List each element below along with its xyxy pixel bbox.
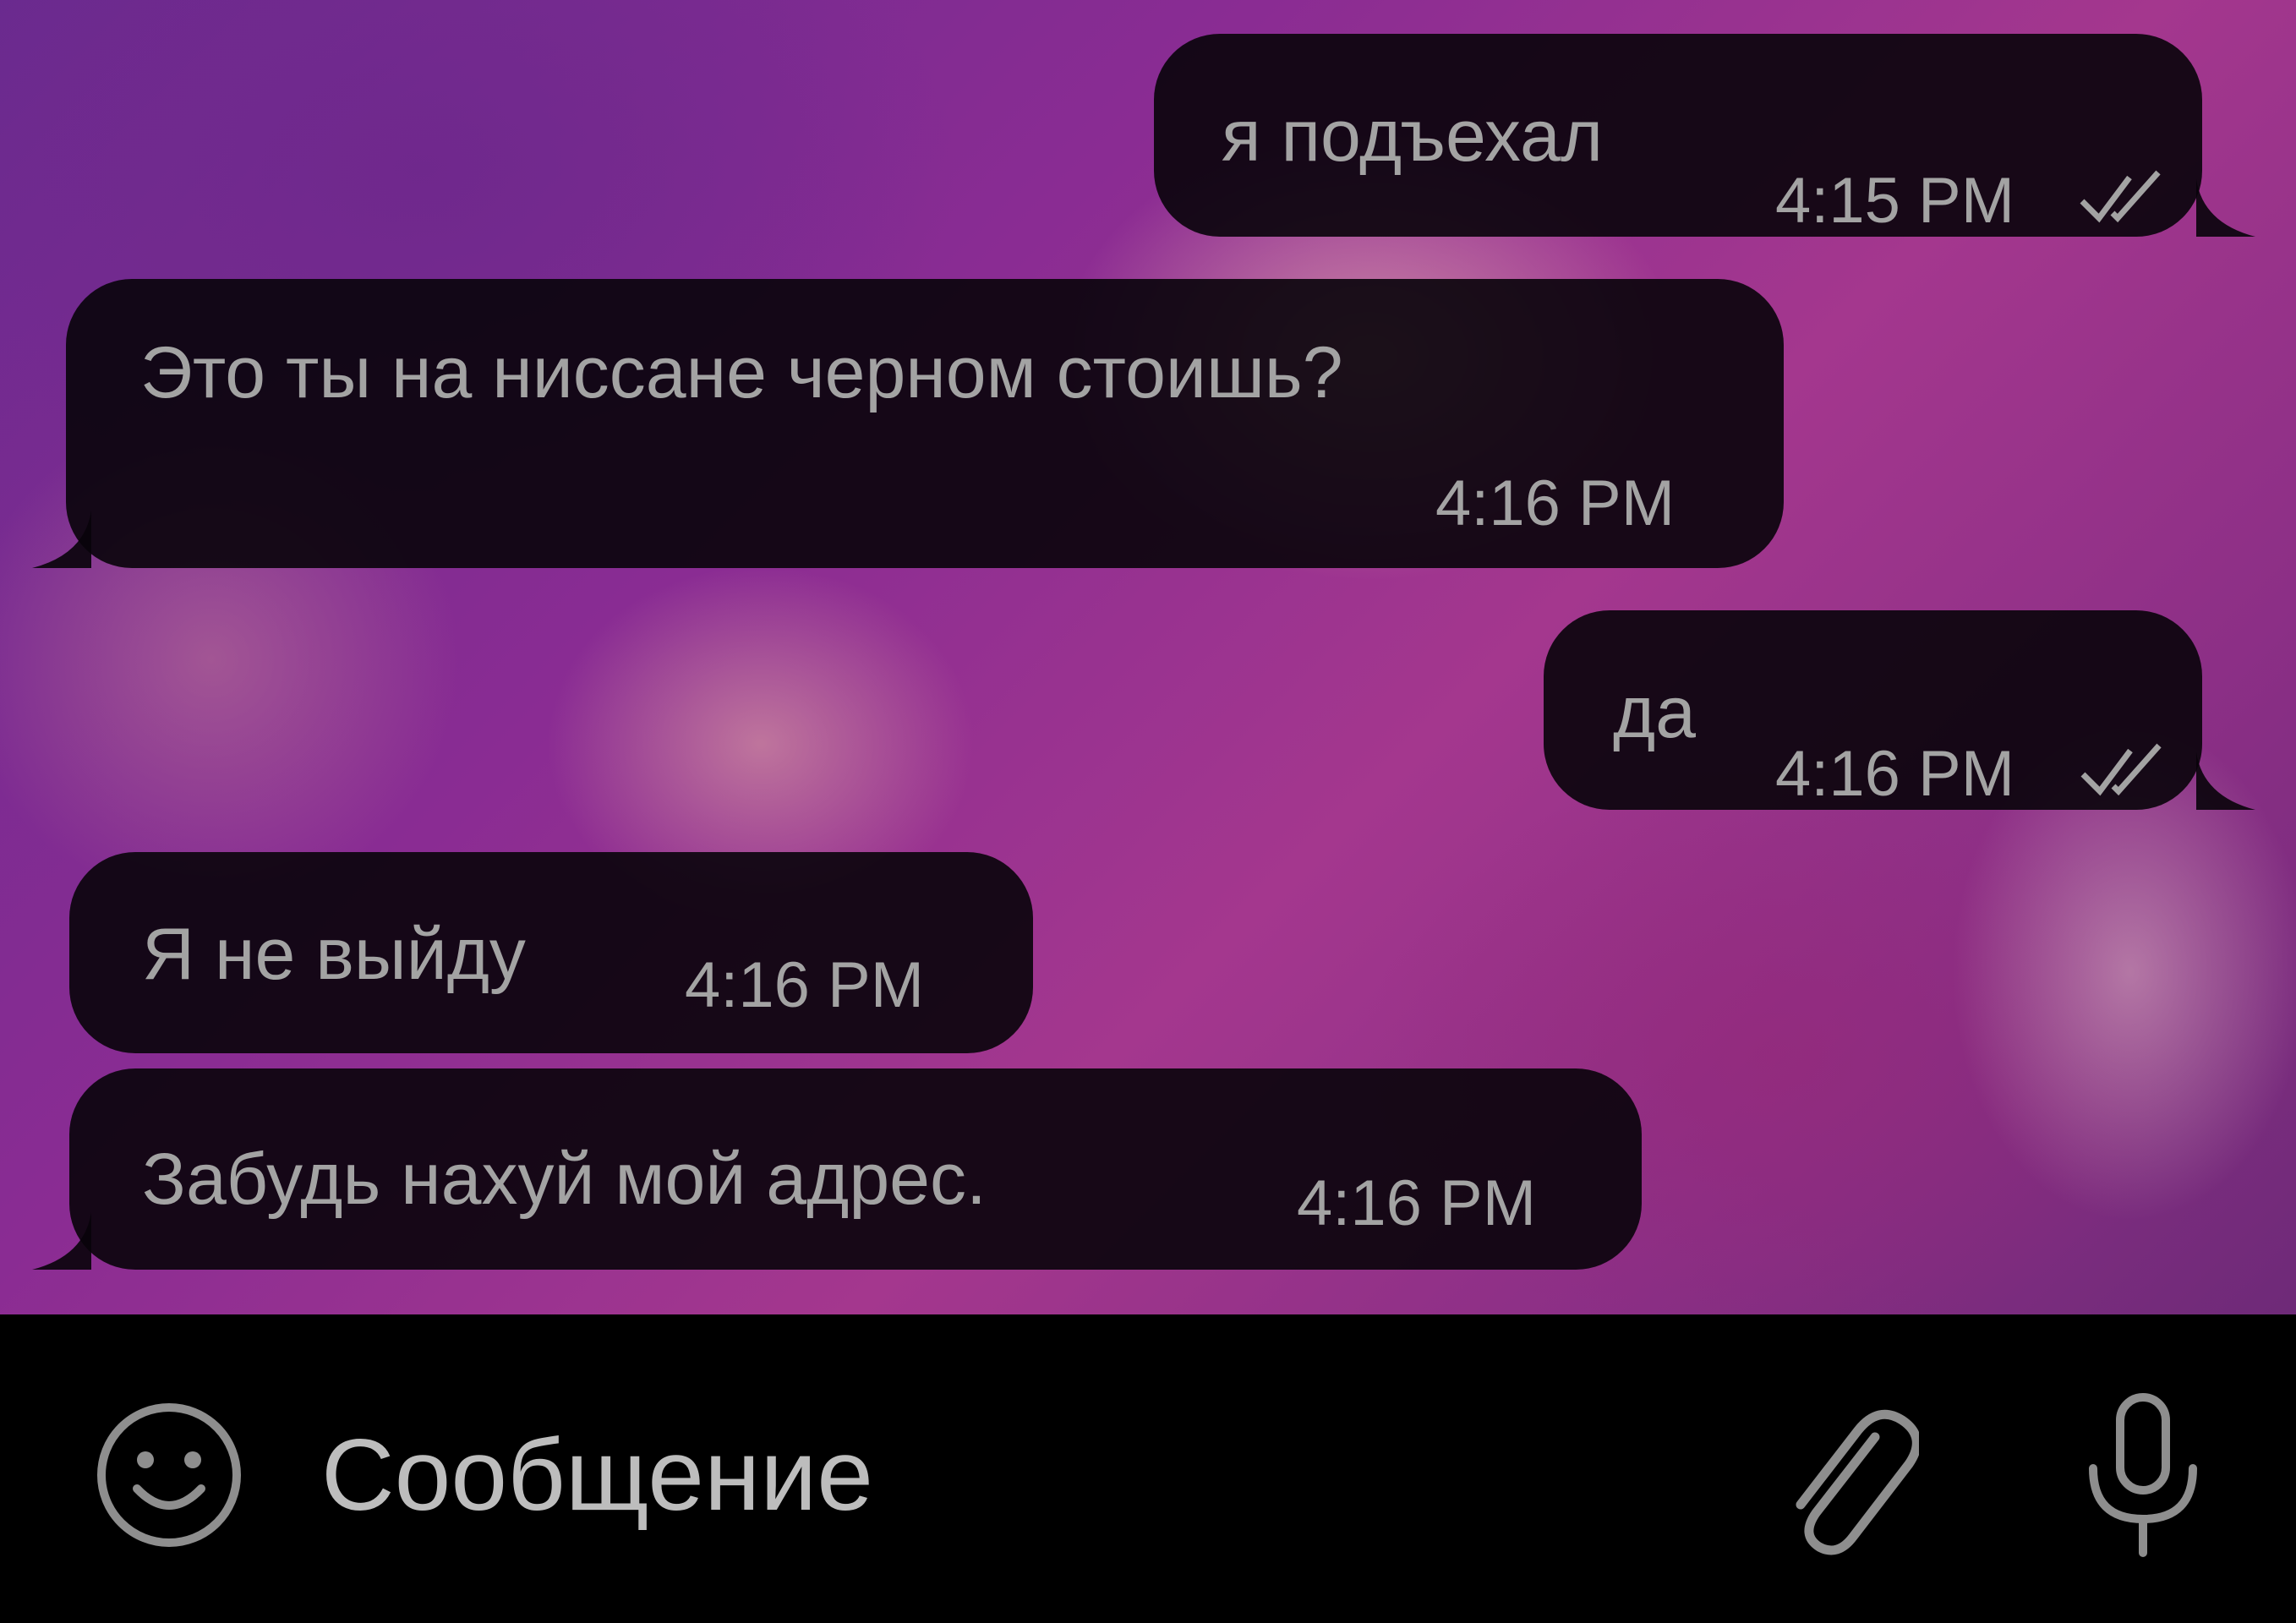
paperclip-icon[interactable] [1767,1386,1919,1564]
message-time: 4:16 PM [1435,467,1676,539]
message-bubble-incoming[interactable]: Забудь нахуй мой адрес. 4:16 PM [69,1068,1642,1270]
message-time: 4:15 PM [1775,165,2015,237]
message-bubble-outgoing[interactable]: я подъехал 4:15 PM [1154,34,2202,237]
chat-screen: я подъехал 4:15 PM Это ты на ниссане чер… [0,0,2296,1623]
bubble-tail [32,1212,91,1270]
message-text: Забудь нахуй мой адрес. [142,1139,987,1220]
message-time: 4:16 PM [1297,1167,1537,1239]
message-bubble-incoming[interactable]: Это ты на ниссане черном стоишь? 4:16 PM [66,279,1784,568]
message-input[interactable]: Сообщение [321,1424,873,1526]
message-bubble-outgoing[interactable]: да 4:16 PM [1544,610,2202,810]
message-time: 4:16 PM [685,949,925,1021]
bubble-tail [2196,752,2255,810]
message-text: я подъехал [1222,96,1603,177]
microphone-icon[interactable] [2080,1391,2206,1560]
message-time: 4:16 PM [1775,738,2015,810]
message-text: да [1613,672,1697,753]
bubble-tail [2196,179,2255,237]
double-check-icon [2080,170,2161,223]
message-text: Это ты на ниссане черном стоишь? [140,332,1343,413]
double-check-icon [2080,743,2162,796]
smiley-icon[interactable] [93,1399,245,1551]
message-text: Я не выйду [142,914,526,995]
message-bubble-incoming[interactable]: Я не выйду 4:16 PM [69,852,1033,1053]
bubble-tail [32,511,91,568]
